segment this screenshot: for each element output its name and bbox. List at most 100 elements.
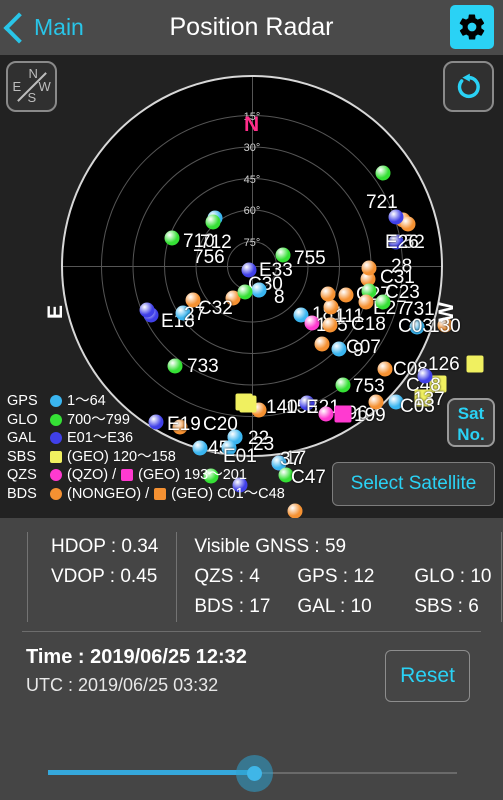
settings-button[interactable] [450, 5, 494, 49]
satellite-label: 755 [294, 248, 326, 269]
legend-range-label-secondary: (GEO) 193～201 [138, 467, 247, 483]
cardinal-west: W [434, 302, 458, 322]
satellite-label: 8 [274, 287, 285, 308]
satellite-marker[interactable] [320, 286, 336, 302]
legend-range-label: (QZO) / [67, 467, 117, 483]
satellite-label: E26 [385, 232, 419, 253]
legend-system-label: QZS [7, 467, 37, 483]
satellite-marker[interactable] [185, 292, 201, 308]
satellite-label: 126 [428, 354, 460, 375]
elevation-label-75: 75° [243, 237, 261, 249]
legend-range-label: 1～64 [67, 393, 106, 409]
local-time-label: Time : 2019/06/25 12:32 [26, 646, 247, 668]
satellite-marker[interactable] [368, 394, 384, 410]
satellite-label: C03 [398, 316, 433, 337]
legend-system-label: GLO [7, 411, 38, 428]
sbs-count: SBS : 6 [414, 596, 479, 617]
legend-range-label: (NONGEO) / [67, 485, 150, 502]
satellite-marker[interactable] [237, 284, 253, 300]
satellite-label: C47 [291, 467, 326, 488]
satellite-marker[interactable] [335, 377, 351, 393]
legend-range-label: 700～799 [67, 411, 130, 428]
app-header: Main Position Radar [0, 0, 503, 55]
utc-time-label: UTC : 2019/06/25 03:32 [26, 675, 219, 695]
satellite-label: 199 [354, 405, 386, 426]
select-satellite-button[interactable]: Select Satellite [332, 462, 495, 506]
reset-button[interactable]: Reset [385, 650, 470, 702]
satellite-marker[interactable] [375, 165, 391, 181]
satellite-label: C18 [351, 314, 386, 335]
legend-marker-icon [50, 413, 62, 426]
satellite-marker[interactable] [388, 209, 404, 225]
satellite-label: 733 [187, 356, 219, 377]
legend-row: QZS (QZO) / (GEO) 193～201 [7, 466, 285, 485]
bds-count: BDS : 17 [194, 596, 271, 617]
satellite-marker[interactable] [331, 341, 347, 357]
cardinal-east: E [44, 304, 68, 320]
compass-button[interactable]: N E S W [6, 61, 57, 112]
glo-count: GLO : 10 [414, 566, 492, 587]
elevation-label-60: 60° [243, 205, 261, 217]
gear-icon [459, 14, 485, 40]
legend-row: GPS 1～64 [7, 392, 285, 411]
gnss-counts-grid: QZS : 4 GPS : 12 GLO : 10 BDS : 17 GAL :… [194, 562, 491, 622]
satellite-label: 756 [193, 247, 225, 268]
visible-gnss-value: Visible GNSS : 59 [194, 536, 347, 557]
compass-east-label: E [12, 78, 22, 94]
satellite-marker[interactable] [164, 230, 180, 246]
compass-south-label: S [27, 89, 37, 105]
satellite-marker[interactable] [314, 336, 330, 352]
sat-no-line1: Sat [457, 404, 485, 423]
satellite-label: C03 [400, 396, 435, 417]
satellite-label: 9 [353, 340, 364, 361]
legend-row: SBS (GEO) 120～158 [7, 448, 285, 467]
legend-range-label: E01～E36 [67, 430, 134, 446]
satellite-marker[interactable] [338, 287, 354, 303]
legend-system-label: BDS [7, 485, 37, 502]
gnss-column: Visible GNSS : 59 QZS : 4 GPS : 12 GLO :… [176, 532, 503, 622]
satellite-marker[interactable] [466, 355, 484, 373]
satellite-marker[interactable] [318, 406, 334, 422]
dop-column: HDOP : 0.34 VDOP : 0.45 [27, 532, 176, 622]
stats-row: HDOP : 0.34 VDOP : 0.45 Visible GNSS : 5… [27, 532, 503, 622]
legend-system-label: SBS [7, 448, 37, 465]
gps-count: GPS : 12 [297, 566, 375, 587]
satellite-marker[interactable] [205, 214, 221, 230]
legend-row: GLO 700～799 [7, 411, 285, 430]
satellite-marker[interactable] [417, 368, 433, 384]
satellite-marker[interactable] [251, 282, 267, 298]
page-title: Position Radar [169, 13, 334, 41]
legend-marker-icon [50, 487, 62, 500]
slider-knob[interactable] [247, 766, 262, 781]
time-slider[interactable] [0, 748, 503, 798]
refresh-button[interactable] [443, 61, 494, 112]
legend-marker-icon [50, 432, 62, 445]
legend-row: BDS (NONGEO) / (GEO) C01～C48 [7, 485, 285, 504]
refresh-icon [457, 73, 480, 98]
hdop-value: HDOP : 0.34 [51, 536, 159, 557]
satellite-marker[interactable] [334, 405, 352, 423]
legend-system-label: GPS [7, 393, 38, 409]
slider-fill [48, 770, 255, 775]
cardinal-north: N [244, 113, 260, 136]
legend-system-label: GAL [7, 430, 37, 446]
satellite-marker[interactable] [361, 260, 377, 276]
qzs-count: QZS : 4 [194, 566, 260, 587]
legend-marker-icon [50, 395, 62, 408]
elevation-label-30: 30° [243, 142, 261, 154]
satellite-marker[interactable] [375, 294, 391, 310]
sat-no-button[interactable]: Sat No. [447, 398, 495, 447]
legend-marker-icon [154, 487, 167, 500]
legend: GPS 1～64 GLO 700～799 GAL E01～E36 SBS (GEO) 120～… [7, 392, 285, 503]
compass-north-label: N [28, 65, 38, 81]
compass-west-label: W [38, 78, 51, 94]
radar-panel: N E S W 15° 30° 45° 60° 75° 721 710 712 756… [0, 55, 503, 546]
satellite-marker[interactable] [139, 302, 155, 318]
legend-marker-icon [121, 469, 134, 482]
satellite-marker[interactable] [287, 503, 303, 519]
legend-marker-icon [50, 450, 62, 463]
vdop-value: VDOP : 0.45 [51, 566, 158, 587]
satellite-marker[interactable] [377, 361, 393, 377]
satellite-marker[interactable] [167, 358, 183, 374]
satellite-marker[interactable] [322, 317, 338, 333]
